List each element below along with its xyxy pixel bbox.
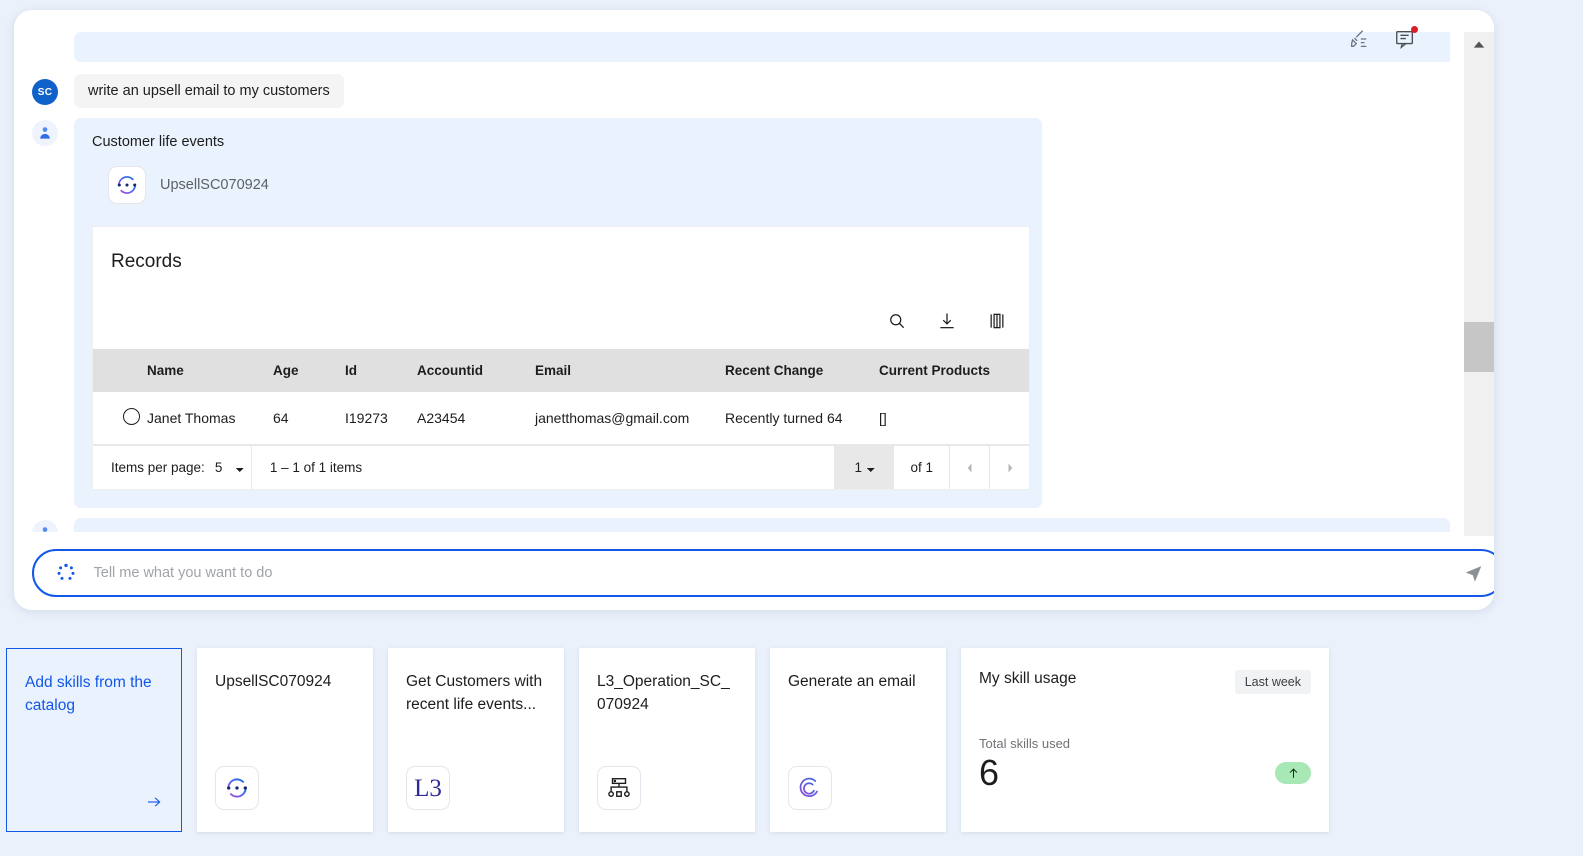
- cell-age: 64: [273, 392, 345, 445]
- trailing-message-row: Decision execution success: [32, 518, 1450, 532]
- usage-value: 6: [979, 752, 1000, 793]
- records-title: Records: [111, 251, 182, 272]
- cell-accountid: A23454: [417, 392, 535, 445]
- user-message-row: SC write an upsell email to my customers: [32, 74, 1450, 108]
- bot-avatar-icon: [32, 520, 58, 532]
- items-per-page-select[interactable]: 5102050: [214, 460, 251, 475]
- bot-message-title: Customer life events: [92, 134, 225, 150]
- records-table: Name Age Id Accountid Email Recent Chang…: [93, 349, 1029, 445]
- card-title: Get Customers with recent life events...: [406, 673, 543, 714]
- usage-period-chip[interactable]: Last week: [1234, 670, 1311, 694]
- pagination-range: 1 – 1 of 1 items: [269, 460, 363, 475]
- composer[interactable]: [31, 549, 1494, 597]
- l3-icon-label: L3: [414, 774, 442, 802]
- search-icon[interactable]: [887, 311, 907, 331]
- th-accountid[interactable]: Accountid: [417, 349, 535, 392]
- bot-avatar-icon: [32, 120, 58, 146]
- table-toolbar: [93, 293, 1029, 349]
- l3-icon: L3: [406, 766, 450, 810]
- skill-name: UpsellSC070924: [160, 177, 269, 193]
- send-icon[interactable]: [1463, 562, 1485, 584]
- arrow-right-icon: [145, 793, 163, 811]
- card-skill-usage: My skill usage Last week Total skills us…: [961, 648, 1329, 832]
- items-per-page-group: Items per page: 5102050: [93, 460, 251, 475]
- page-total-label: of 1: [910, 460, 933, 475]
- th-select: [93, 349, 147, 392]
- panel-toolbar: [1348, 26, 1418, 50]
- usage-header: My skill usage Last week: [979, 670, 1311, 694]
- usage-title: My skill usage: [979, 670, 1077, 687]
- cell-id: I19273: [345, 392, 417, 445]
- th-recent-change[interactable]: Recent Change: [725, 349, 879, 392]
- avatar: SC: [32, 79, 58, 105]
- row-radio[interactable]: [123, 408, 140, 425]
- prev-page-button[interactable]: [949, 446, 989, 489]
- card-add-skills[interactable]: Add skills from the catalog: [6, 648, 182, 832]
- card-skill-get-customers[interactable]: Get Customers with recent life events...…: [388, 648, 564, 832]
- table-row[interactable]: Janet Thomas 64 I19273 A23454 janetthoma…: [93, 392, 1029, 445]
- upsell-circle-icon: [215, 766, 259, 810]
- card-skill-upsell[interactable]: UpsellSC070924: [197, 648, 373, 832]
- composer-bar: [28, 536, 1494, 610]
- cell-name: Janet Thomas: [147, 392, 273, 445]
- user-message-text: write an upsell email to my customers: [74, 74, 344, 108]
- table-header-row: Name Age Id Accountid Email Recent Chang…: [93, 349, 1029, 392]
- card-title: UpsellSC070924: [215, 673, 332, 690]
- scroll-up-button[interactable]: [1464, 32, 1494, 58]
- th-current-products[interactable]: Current Products: [879, 349, 1029, 392]
- page-select[interactable]: 1: [854, 460, 883, 475]
- bot-message-bubble: Customer life events UpsellSC070924 Reco…: [74, 118, 1042, 508]
- th-age[interactable]: Age: [273, 349, 345, 392]
- card-title: Add skills from the catalog: [25, 674, 152, 715]
- scrollbar-thumb[interactable]: [1464, 322, 1494, 372]
- assistant-panel: SC write an upsell email to my customers…: [14, 10, 1494, 610]
- cell-email: janetthomas@gmail.com: [535, 392, 725, 445]
- composer-input[interactable]: [93, 565, 1463, 581]
- skill-reference[interactable]: UpsellSC070924: [108, 166, 1024, 204]
- card-skill-l3-operation[interactable]: L3_Operation_SC_070924: [579, 648, 755, 832]
- items-per-page-label: Items per page:: [111, 460, 205, 475]
- trend-up-icon: [1275, 762, 1311, 784]
- page-select-group: 1: [834, 446, 895, 489]
- next-page-button[interactable]: [989, 446, 1029, 489]
- previous-message-stub: [74, 32, 1450, 62]
- row-radio-cell: [93, 392, 147, 445]
- bot-message-row: Customer life events UpsellSC070924 Reco…: [32, 118, 1450, 508]
- th-id[interactable]: Id: [345, 349, 417, 392]
- clean-icon[interactable]: [1348, 28, 1370, 50]
- upsell-circle-icon: [108, 166, 146, 204]
- skill-cards-strip: Add skills from the catalog UpsellSC0709…: [6, 648, 1344, 832]
- notification-badge: [1411, 26, 1418, 33]
- feedback-icon[interactable]: [1394, 26, 1418, 50]
- usage-value-row: 6: [979, 755, 1311, 791]
- card-skill-generate-email[interactable]: Generate an email: [770, 648, 946, 832]
- card-title: L3_Operation_SC_070924: [597, 673, 730, 714]
- conversation-scrollbar[interactable]: [1464, 32, 1494, 610]
- card-title: Generate an email: [788, 673, 916, 690]
- th-email[interactable]: Email: [535, 349, 725, 392]
- assistant-sparkle-icon: [54, 561, 78, 585]
- trailing-message-text: Decision execution success: [74, 518, 1450, 532]
- th-name[interactable]: Name: [147, 349, 273, 392]
- columns-icon[interactable]: [987, 311, 1007, 331]
- usage-subtitle: Total skills used: [979, 736, 1071, 751]
- pagination: Items per page: 5102050 1 – 1 of 1 items…: [93, 445, 1029, 489]
- records-card: Records Name Age Id Accountid Email Rece…: [92, 226, 1030, 490]
- swirl-icon: [788, 766, 832, 810]
- cell-current-products: []: [879, 392, 1029, 445]
- conversation-area: SC write an upsell email to my customers…: [14, 32, 1450, 532]
- download-icon[interactable]: [937, 311, 957, 331]
- cell-recent-change: Recently turned 64: [725, 392, 879, 445]
- scrollbar-track[interactable]: [1464, 58, 1494, 584]
- hierarchy-icon: [597, 766, 641, 810]
